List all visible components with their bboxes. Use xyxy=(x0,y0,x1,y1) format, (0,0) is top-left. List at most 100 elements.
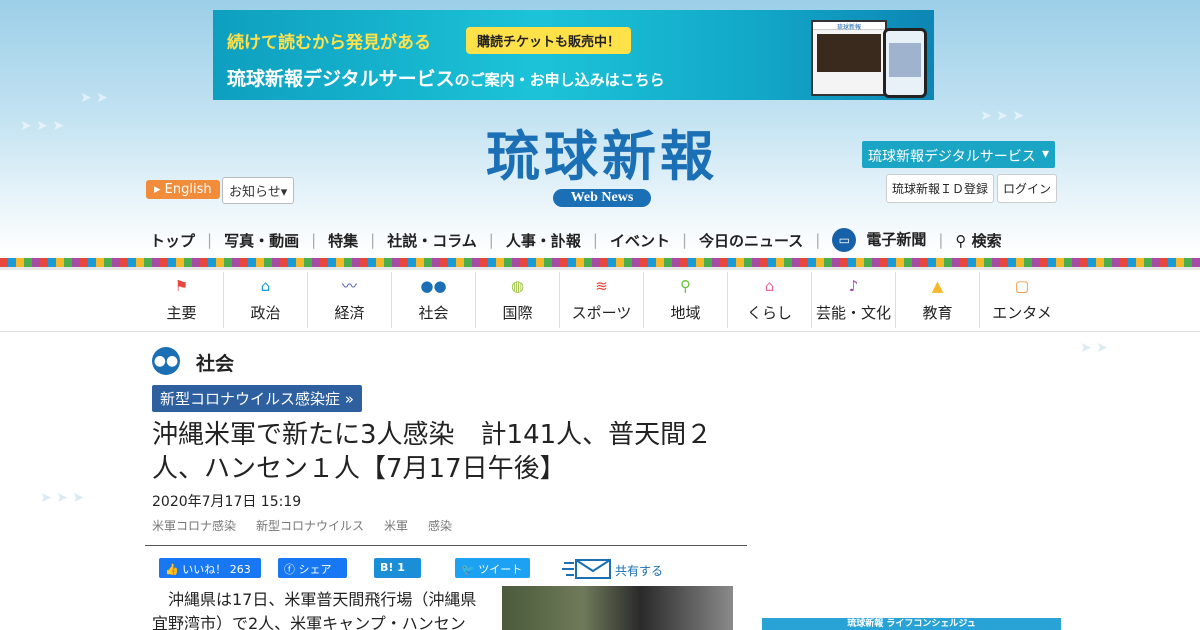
fish-decoration: ➤ ➤ ➤ xyxy=(20,118,65,134)
cat-economy[interactable]: 〰経済 xyxy=(308,272,392,328)
cat-label: 社会 xyxy=(418,304,449,322)
sanshin-icon: ♪ xyxy=(848,277,859,295)
caret-down-icon: ▾ xyxy=(280,185,288,200)
nav-today-news[interactable]: 今日のニュース xyxy=(699,230,803,251)
decorative-divider xyxy=(0,267,1200,270)
site-logo[interactable]: 琉球新報 Web News xyxy=(452,126,752,207)
cat-label: 国際 xyxy=(502,304,533,322)
keyword-link[interactable]: 新型コロナウイルス xyxy=(256,517,364,534)
chart-icon: 〰 xyxy=(341,277,357,295)
main-nav: トップ | 写真・動画 | 特集 | 社説・コラム | 人事・訃報 | イベント… xyxy=(150,224,1002,256)
cat-life[interactable]: ⌂ くらし xyxy=(728,272,812,328)
building-icon: ⌂ xyxy=(260,277,271,295)
cat-label: 芸能・文化 xyxy=(815,304,891,322)
logo-webnews: Web News xyxy=(552,189,652,207)
article-lead: 沖縄県は17日、米軍普天間飛行場（沖縄県宜野湾市）で2人、米軍キャンプ・ハンセン xyxy=(152,590,477,630)
monitor-icon: ▭ xyxy=(832,228,857,252)
facebook-icon: ⓕ xyxy=(284,563,295,576)
nav-digital-paper[interactable]: ▭ 電子新聞 xyxy=(832,228,926,252)
nav-top[interactable]: トップ xyxy=(150,230,195,251)
login-button[interactable]: ログイン xyxy=(997,174,1058,203)
banner-cta: 琉球新報デジタルサービスのご案内・お申し込みはこちら xyxy=(227,64,665,91)
english-button[interactable]: ▸ English xyxy=(146,180,220,199)
digital-service-banner[interactable]: 続けて読むから発見がある 購読チケットも販売中！ 琉球新報デジタルサービスのご案… xyxy=(213,10,934,100)
english-label: English xyxy=(164,182,212,197)
cat-label: 教育 xyxy=(922,304,953,322)
graduation-icon: ▲ xyxy=(931,277,944,295)
article-divider xyxy=(145,545,747,546)
sidebar-ad[interactable]: 琉球新報 ライフコンシェルジュ xyxy=(762,618,1061,630)
runner-icon: ≋ xyxy=(595,277,608,295)
section-title: 社会 xyxy=(196,353,235,375)
cat-society[interactable]: ●● 社会 xyxy=(392,272,476,328)
facebook-share-button[interactable]: ⓕ シェア xyxy=(278,558,347,578)
cat-sports[interactable]: ≋ スポーツ xyxy=(560,272,644,328)
nav-digital-paper-label: 電子新聞 xyxy=(866,230,927,249)
flag-icon: ⚑ xyxy=(174,277,189,295)
cat-label: スポーツ xyxy=(571,304,632,322)
cat-international[interactable]: ◍ 国際 xyxy=(476,272,560,328)
fish-decoration: ➤ ➤ ➤ xyxy=(40,490,85,506)
cat-label: くらし xyxy=(746,304,792,322)
device-logo: 琉球新報 xyxy=(813,22,885,31)
nav-personnel[interactable]: 人事・訃報 xyxy=(506,230,581,251)
banner-ticket-pill: 購読チケットも販売中！ xyxy=(466,27,632,54)
cat-education[interactable]: ▲ 教育 xyxy=(896,272,980,328)
banner-cta-main: 琉球新報デジタルサービス xyxy=(227,68,455,90)
nav-search[interactable]: ⚲ 検索 xyxy=(955,230,1001,251)
keyword-link[interactable]: 感染 xyxy=(428,517,452,534)
digital-service-dropdown[interactable]: 琉球新報デジタルサービス ▾ xyxy=(862,141,1055,168)
cat-label: 地域 xyxy=(670,304,701,322)
topic-tag[interactable]: 新型コロナウイルス感染症 » xyxy=(152,385,362,412)
facebook-like-button[interactable]: 👍 いいね！ 263 xyxy=(159,558,261,578)
article-date: 2020年7月17日 15:19 xyxy=(152,494,302,510)
pin-icon: ⚲ xyxy=(680,277,691,295)
category-divider xyxy=(0,331,1200,332)
logo-kanji: 琉球新報 xyxy=(486,124,718,188)
globe-icon: ◍ xyxy=(510,277,525,295)
tv-icon: ▢ xyxy=(1014,277,1030,295)
thumbs-up-icon: 👍 xyxy=(165,563,179,576)
digital-service-label: 琉球新報デジタルサービス xyxy=(868,149,1036,165)
banner-cta-end: はこちら xyxy=(604,71,665,89)
fish-decoration: ➤ ➤ xyxy=(80,90,108,106)
cat-culture[interactable]: ♪ 芸能・文化 xyxy=(812,272,896,328)
mail-share-icon[interactable] xyxy=(562,557,612,581)
cat-label: 経済 xyxy=(334,304,365,322)
caret-down-icon: ▾ xyxy=(1041,146,1049,162)
cat-region[interactable]: ⚲ 地域 xyxy=(644,272,728,328)
article-title: 沖縄米軍で新たに3人感染 計141人、普天間２人、ハンセン１人【7月17日午後】 xyxy=(152,420,713,484)
article-photo[interactable] xyxy=(502,586,733,630)
share-label[interactable]: 共有する xyxy=(615,562,663,579)
people-icon: ●● xyxy=(152,347,180,375)
cat-label: 主要 xyxy=(166,304,197,322)
tweet-button[interactable]: 🐦 ツイート xyxy=(455,558,530,578)
people-icon: ●● xyxy=(420,277,447,295)
nav-search-label: 検索 xyxy=(971,231,1002,250)
cat-entertainment[interactable]: ▢ エンタメ xyxy=(980,272,1064,328)
keyword-link[interactable]: 米軍コロナ感染 xyxy=(152,517,236,534)
search-icon: ⚲ xyxy=(955,231,967,250)
phone-illustration xyxy=(883,28,927,98)
id-register-button[interactable]: 琉球新報ＩＤ登録 xyxy=(886,174,995,203)
nav-feature[interactable]: 特集 xyxy=(328,230,358,251)
tweet-label: ツイート xyxy=(478,563,523,576)
cat-politics[interactable]: ⌂ 政治 xyxy=(224,272,308,328)
notice-label: お知らせ xyxy=(229,185,281,200)
notice-dropdown[interactable]: お知らせ▾ xyxy=(222,177,295,204)
laptop-illustration: 琉球新報 xyxy=(811,20,887,96)
nav-event[interactable]: イベント xyxy=(610,230,670,251)
cat-main[interactable]: ⚑ 主要 xyxy=(140,272,224,328)
banner-cta-mid: のご案内・お申し込み xyxy=(454,71,605,89)
nav-photo-video[interactable]: 写真・動画 xyxy=(224,230,299,251)
home-icon: ⌂ xyxy=(764,277,775,295)
fish-decoration: ➤ ➤ xyxy=(1080,340,1108,356)
fb-like-label: いいね！ 263 xyxy=(182,563,251,576)
keyword-list: 米軍コロナ感染 新型コロナウイルス 米軍 感染 xyxy=(152,517,472,534)
hatena-bookmark-button[interactable]: B! 1 xyxy=(374,558,421,578)
keyword-link[interactable]: 米軍 xyxy=(384,517,408,534)
banner-headline: 続けて読むから発見がある xyxy=(227,33,431,53)
fb-share-label: シェア xyxy=(298,563,332,576)
cat-label: エンタメ xyxy=(992,304,1052,322)
nav-editorial[interactable]: 社説・コラム xyxy=(387,230,477,251)
